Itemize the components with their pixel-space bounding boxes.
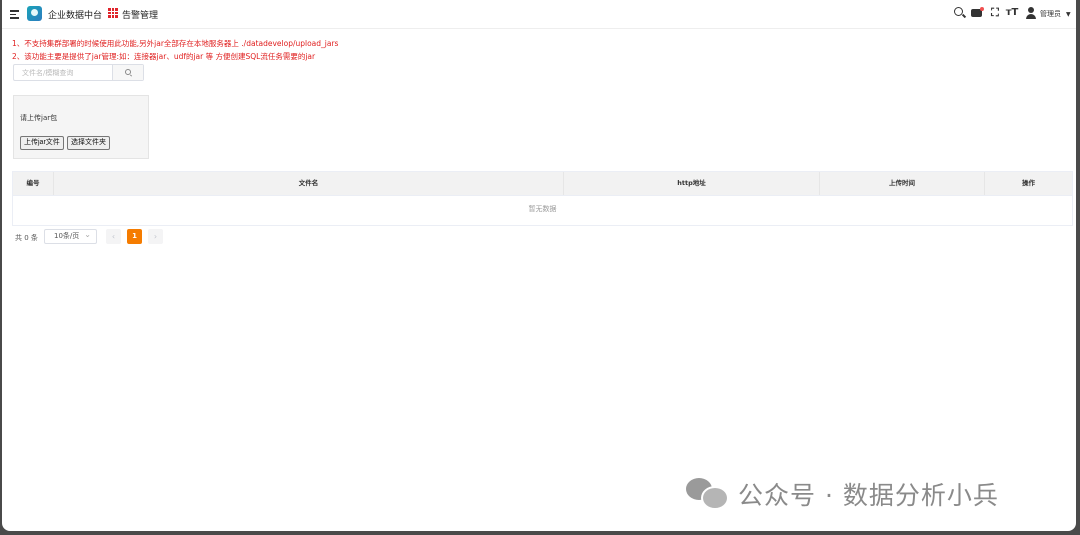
apps-grid-icon[interactable] [108, 8, 118, 18]
watermark-text: 公众号 · 数据分析小兵 [738, 481, 999, 510]
user-icon[interactable] [1025, 6, 1039, 20]
menu-icon[interactable] [10, 10, 19, 19]
column-header-upload-time: 上传时间 [820, 172, 985, 195]
message-icon[interactable] [970, 6, 984, 20]
user-name[interactable]: 管理员 [1040, 9, 1061, 19]
notice-line-2: 2、该功能主要是提供了jar管理:如：连接器jar、udf的jar 等 方便创建… [12, 52, 316, 61]
upload-jar-file-button[interactable]: 上传jar文件 [20, 136, 64, 150]
app-window: 企业数据中台 告警管理 ⛶ тT 管理员 ▼ 1、不支持集群部署的时候使用此功能… [2, 0, 1076, 531]
page-size-select[interactable]: 10条/页 [44, 228, 97, 244]
empty-state-text: 暂无数据 [528, 205, 557, 213]
top-header: 企业数据中台 告警管理 ⛶ тT 管理员 ▼ [2, 0, 1076, 29]
search-box [13, 64, 144, 81]
select-folder-button[interactable]: 选择文件夹 [67, 136, 110, 150]
column-header-http-url: http地址 [564, 172, 820, 195]
next-page-button[interactable]: › [148, 229, 163, 244]
pagination-total: 共 0 条 [15, 234, 38, 242]
jar-table: 编号 文件名 http地址 上传时间 操作 暂无数据 [12, 171, 1073, 226]
chevron-down-icon[interactable]: ▼ [1066, 11, 1071, 18]
table-header: 编号 文件名 http地址 上传时间 操作 [13, 172, 1072, 196]
font-size-icon[interactable]: тT [1005, 6, 1019, 20]
app-logo [27, 6, 42, 21]
column-header-id: 编号 [13, 172, 54, 195]
upload-label: 请上传jar包 [20, 114, 58, 122]
search-input[interactable] [14, 65, 120, 80]
notice-line-1: 1、不支持集群部署的时候使用此功能,另外jar全部存在本地服务器上 ./data… [12, 39, 339, 48]
prev-page-button[interactable]: ‹ [106, 229, 121, 244]
search-button[interactable] [112, 65, 143, 80]
column-header-actions: 操作 [1022, 179, 1035, 187]
column-header-filename: 文件名 [54, 172, 564, 195]
fullscreen-icon[interactable]: ⛶ [988, 6, 1002, 20]
search-icon[interactable] [953, 6, 967, 20]
upload-panel: 请上传jar包 上传jar文件 选择文件夹 [13, 95, 149, 159]
wechat-icon [686, 478, 730, 510]
module-nav-alarm[interactable]: 告警管理 [122, 8, 158, 21]
app-title: 企业数据中台 [48, 11, 103, 21]
page-number-current[interactable]: 1 [127, 229, 142, 244]
